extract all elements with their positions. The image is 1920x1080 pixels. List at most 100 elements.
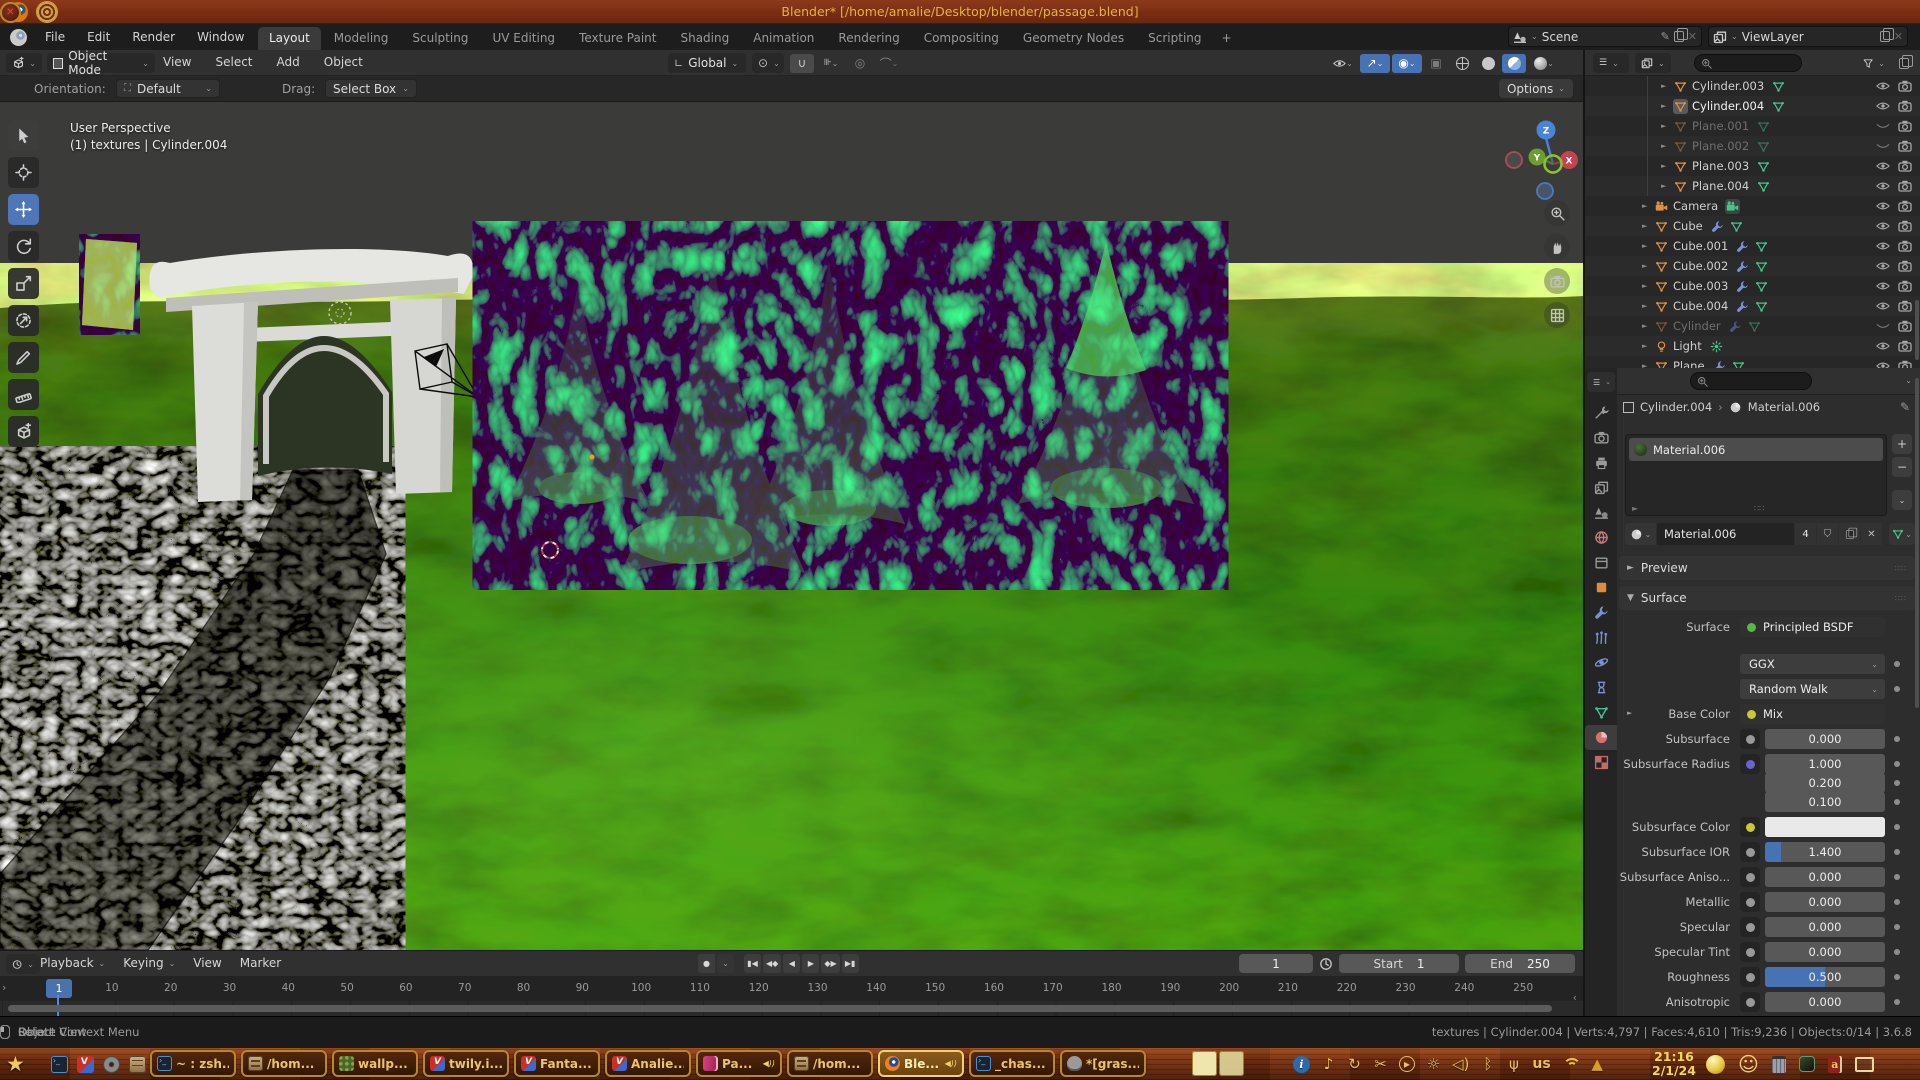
menu-item[interactable]: File xyxy=(36,27,74,47)
taskbar-clock[interactable]: 21:16 2/1/24 xyxy=(1650,1050,1698,1078)
object-name[interactable]: Cylinder.003 xyxy=(1692,79,1764,93)
viewlayer-name[interactable]: ViewLayer xyxy=(1742,30,1876,44)
workspace-tab[interactable]: Shading xyxy=(669,27,740,50)
render-visibility-toggle[interactable] xyxy=(1898,140,1912,152)
outliner-scrollbar[interactable] xyxy=(1915,300,1919,360)
timeline-scrollbar[interactable] xyxy=(8,1005,1552,1012)
falloff-dropdown[interactable]: ⌒ ⌄ xyxy=(874,54,904,73)
visibility-eye-dropdown[interactable]: ⌄ xyxy=(1328,54,1358,73)
scene-name[interactable]: Scene xyxy=(1542,30,1657,44)
outliner-item[interactable]: ► Plane.001 xyxy=(1585,116,1920,136)
blender-menu-icon[interactable] xyxy=(10,29,27,46)
copy-scene-icon[interactable] xyxy=(1673,28,1688,42)
expand-caret[interactable]: ► xyxy=(1661,122,1673,130)
surface-panel-header[interactable]: ▼ Surface ∷∷ xyxy=(1619,586,1915,610)
outliner-item[interactable]: ► Plane.002 xyxy=(1585,136,1920,156)
hide-eye-toggle[interactable] xyxy=(1876,260,1890,272)
solid-shading-button[interactable] xyxy=(1476,54,1500,73)
remove-viewlayer-icon[interactable]: ✕ xyxy=(1894,30,1903,43)
preview-panel-header[interactable]: ► Preview ∷∷ xyxy=(1619,556,1915,580)
keyframe-dot[interactable] xyxy=(1894,736,1900,742)
outliner-item[interactable]: ► Camera xyxy=(1585,196,1920,216)
hide-eye-toggle[interactable] xyxy=(1876,240,1890,252)
hide-eye-toggle[interactable] xyxy=(1876,280,1890,292)
rendered-shading-button[interactable]: ⌄ xyxy=(1528,54,1560,73)
node-socket[interactable] xyxy=(1740,817,1760,837)
object-name[interactable]: Cube.003 xyxy=(1673,279,1728,293)
properties-editor-type-button[interactable]: ☰ ⌄ xyxy=(1587,372,1615,392)
object-name[interactable]: Cube.001 xyxy=(1673,239,1728,253)
timeline-menu-item[interactable]: Marker xyxy=(240,956,281,970)
expand-left-chevron[interactable]: › xyxy=(2,981,6,994)
mesh-data-icon[interactable] xyxy=(1756,179,1771,194)
object-name[interactable]: Cube xyxy=(1673,219,1703,233)
property-value-field[interactable]: 0.200 xyxy=(1765,773,1885,793)
property-value-field[interactable]: 0.500 xyxy=(1765,967,1885,987)
outliner-item[interactable]: ► Plane.004 xyxy=(1585,176,1920,196)
taskbar-window-button[interactable]: ~ : zsh... xyxy=(150,1050,236,1077)
taskbar-window-button[interactable]: Pa... ◀)) xyxy=(696,1050,782,1077)
close-button[interactable]: ✕ xyxy=(0,2,21,23)
mesh-data-icon[interactable] xyxy=(1754,299,1769,314)
current-frame-marker[interactable]: 1 xyxy=(46,979,72,998)
scene-selector[interactable]: ⌄ Scene ✎ ✕ xyxy=(1508,26,1702,47)
viewport-menu-item[interactable]: Select xyxy=(215,55,252,69)
mesh-data-icon[interactable] xyxy=(1771,99,1786,114)
outliner-item[interactable]: ► Cylinder xyxy=(1585,316,1920,336)
gizmos-toggle[interactable]: ↗ ⌄ xyxy=(1360,53,1390,73)
keyframe-dot[interactable] xyxy=(1894,949,1900,955)
pan-hand-icon[interactable] xyxy=(1544,234,1570,260)
outliner-display-mode-dropdown[interactable]: ☰ ⌄ xyxy=(1593,53,1629,73)
viewport-menu-item[interactable]: Add xyxy=(277,55,300,69)
property-menu-field[interactable]: Mix xyxy=(1740,704,1885,724)
ortho-grid-icon[interactable] xyxy=(1544,302,1570,328)
wireframe-shading-button[interactable] xyxy=(1450,54,1474,73)
camera-data-icon[interactable] xyxy=(1725,198,1741,214)
render-visibility-toggle[interactable] xyxy=(1898,180,1912,192)
render-visibility-toggle[interactable] xyxy=(1898,300,1912,312)
snap-magnet-toggle[interactable]: ∪ xyxy=(790,53,814,73)
new-material-button[interactable] xyxy=(1839,523,1860,545)
navigation-gizmo[interactable]: Y Z X xyxy=(1493,104,1583,204)
pivot-point-dropdown[interactable]: ⊙ ⌄ xyxy=(752,53,784,73)
object-name[interactable]: Cube.002 xyxy=(1673,259,1728,273)
object-name[interactable]: Cylinder xyxy=(1673,319,1721,333)
outliner-item[interactable]: ► Cube.002 xyxy=(1585,256,1920,276)
modifier-wrench-icon[interactable] xyxy=(1735,259,1750,274)
menu-item[interactable]: Window xyxy=(188,27,253,47)
start-frame-input[interactable]: Start 1 xyxy=(1339,954,1459,973)
zoom-icon[interactable] xyxy=(1544,200,1570,226)
mesh-data-icon[interactable] xyxy=(1754,259,1769,274)
mesh-data-icon[interactable] xyxy=(1754,279,1769,294)
node-socket[interactable] xyxy=(1740,842,1760,862)
prev-keyframe-button[interactable]: ◀◆ xyxy=(763,954,782,973)
render-visibility-toggle[interactable] xyxy=(1898,260,1912,272)
modifier-wrench-icon[interactable] xyxy=(1735,239,1750,254)
menu-star-icon[interactable]: ★ xyxy=(6,1052,42,1076)
taskbar-window-button[interactable]: /hom... xyxy=(241,1050,327,1077)
camera-view-icon[interactable] xyxy=(1544,268,1570,294)
menu-item[interactable]: Render xyxy=(123,27,184,47)
breadcrumb-material[interactable]: Material.006 xyxy=(1748,400,1820,414)
properties-search[interactable] xyxy=(1690,372,1812,390)
property-value-field[interactable]: 1.400 xyxy=(1765,842,1885,862)
modifier-wrench-icon[interactable] xyxy=(1710,219,1725,234)
filter-dropdown[interactable]: ⌄ xyxy=(1857,53,1891,73)
object-name[interactable]: Plane.004 xyxy=(1692,179,1749,193)
pager-desktop-2[interactable] xyxy=(1219,1051,1244,1076)
render-visibility-toggle[interactable] xyxy=(1898,200,1912,212)
keyframe-dot[interactable] xyxy=(1894,974,1900,980)
node-socket[interactable] xyxy=(1740,754,1760,774)
viewport-menu-item[interactable]: Object xyxy=(324,55,363,69)
workspace-tab[interactable]: Rendering xyxy=(827,27,910,50)
render-visibility-toggle[interactable] xyxy=(1898,120,1912,132)
keyframe-dot[interactable] xyxy=(1894,899,1900,905)
auto-keying-toggle[interactable]: ● xyxy=(698,954,715,973)
package-icon[interactable] xyxy=(1798,1056,1815,1072)
users-count-button[interactable]: 4 xyxy=(1795,523,1816,545)
outliner-search[interactable] xyxy=(1694,54,1802,72)
next-keyframe-button[interactable]: ◆▶ xyxy=(821,954,840,973)
render-visibility-toggle[interactable] xyxy=(1898,240,1912,252)
outliner-item[interactable]: ► Plane.003 xyxy=(1585,156,1920,176)
breadcrumb-object[interactable]: Cylinder.004 xyxy=(1640,400,1712,414)
